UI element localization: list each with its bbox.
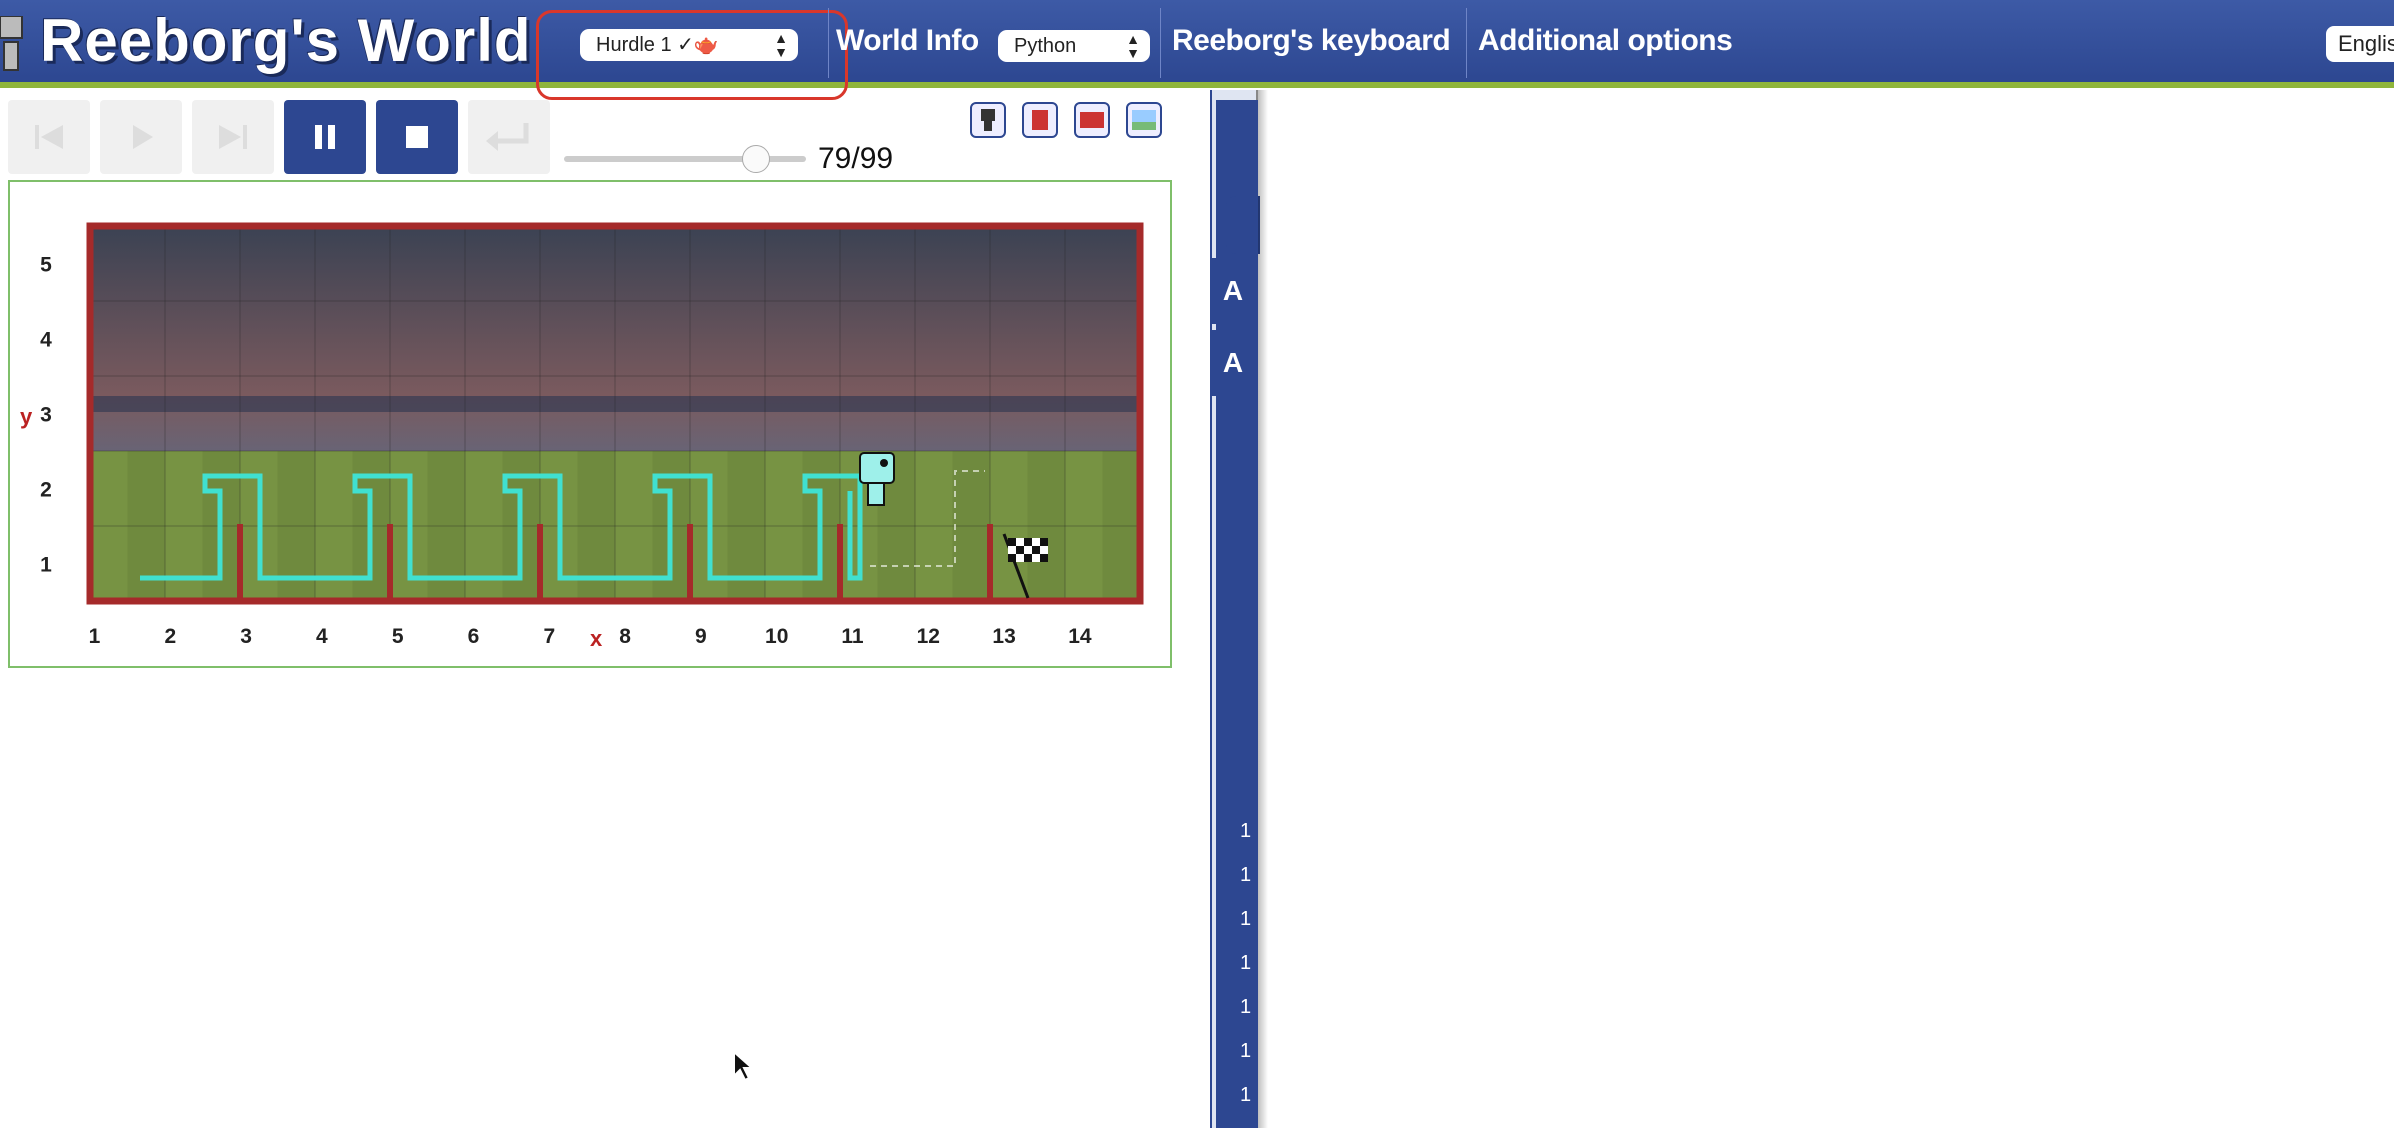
top-navigation-bar: Reeborg's World Hurdle 1 ✓🫖 ▲ ▼ World Inf… — [0, 0, 2394, 100]
language-select-value: Python — [1014, 35, 1077, 57]
x-tick-label: 6 — [468, 625, 480, 648]
step-button[interactable] — [192, 100, 274, 174]
robot-shape-icon — [981, 109, 995, 131]
mouse-cursor-icon — [733, 1050, 755, 1082]
step-forward-icon — [219, 125, 247, 149]
x-tick-label: 4 — [316, 625, 328, 648]
line-number: 1 — [1240, 952, 1252, 974]
panel-shadow — [1258, 90, 1268, 1128]
editor-gutter — [1216, 100, 1258, 1128]
stop-icon — [406, 126, 428, 148]
y-tick-label: 1 — [40, 554, 52, 577]
select-arrows-icon: ▲ ▼ — [774, 30, 788, 60]
x-axis-label: x — [590, 626, 603, 651]
skip-back-icon — [35, 125, 63, 149]
x-tick-label: 13 — [992, 625, 1015, 648]
language-select[interactable]: Python ▲ ▼ — [998, 30, 1150, 62]
increase-font-button[interactable]: A — [1210, 258, 1256, 324]
font-size-down-icon: A — [1222, 347, 1244, 378]
x-tick-label: 8 — [619, 625, 631, 648]
step-counter: 79/99 — [818, 142, 894, 175]
reeborg-logo-icon — [0, 16, 23, 71]
world-canvas: 12345 1 2 3 4 5 6 7 8 9 10 11 12 13 14 y x — [20, 222, 1144, 651]
world-select-value: Hurdle 1 ✓🫖 — [596, 34, 719, 56]
run-button[interactable] — [100, 100, 182, 174]
app-title[interactable]: Reeborg's World — [40, 6, 532, 75]
x-tick-label: 12 — [917, 625, 940, 648]
line-number: 1 — [1240, 1040, 1252, 1062]
world-info-link[interactable]: World Info — [836, 24, 979, 58]
ui-language-select[interactable]: Englis — [2326, 26, 2394, 62]
world-map-tool-icon[interactable] — [1126, 102, 1162, 138]
play-icon — [133, 125, 153, 149]
reload-button[interactable] — [468, 100, 550, 174]
reeborg-keyboard-link[interactable]: Reeborg's keyboard — [1172, 24, 1451, 58]
robot-tool-icon[interactable] — [970, 102, 1006, 138]
wall-icon — [1080, 112, 1104, 128]
y-tick-label: 5 — [40, 254, 52, 277]
select-arrows-icon: ▲ ▼ — [1126, 31, 1140, 61]
line-number: 1 — [1240, 996, 1252, 1018]
y-axis-ticks: 1 2 3 4 5 — [40, 254, 52, 577]
nav-divider — [1466, 8, 1467, 78]
font-size-up-icon: A — [1222, 275, 1244, 306]
pause-button[interactable] — [284, 100, 366, 174]
walls-tool-icon[interactable] — [1074, 102, 1110, 138]
line-number: 1 — [1240, 820, 1252, 842]
y-tick-label: 4 — [40, 329, 52, 352]
y-tick-label: 2 — [40, 479, 52, 502]
return-icon — [486, 123, 529, 151]
x-tick-label: 3 — [240, 625, 252, 648]
stop-button[interactable] — [376, 100, 458, 174]
decrease-font-button[interactable]: A — [1210, 330, 1256, 396]
red-robot-icon — [1032, 110, 1048, 130]
additional-options-link[interactable]: Additional options — [1478, 24, 1733, 58]
line-number: 1 — [1240, 908, 1252, 930]
x-tick-label: 14 — [1068, 625, 1092, 648]
world-canvas-frame: 12345 1 2 3 4 5 6 7 8 9 10 11 12 13 14 y x — [8, 180, 1172, 668]
pause-icon — [315, 125, 335, 149]
world-select[interactable]: Hurdle 1 ✓🫖 ▲ ▼ — [580, 29, 798, 61]
y-axis-label: y — [20, 404, 33, 429]
x-tick-label: 7 — [543, 625, 555, 648]
x-tick-label: 9 — [695, 625, 707, 648]
line-number: 1 — [1240, 1084, 1252, 1106]
nav-divider — [828, 8, 829, 78]
nav-divider — [1160, 8, 1161, 78]
line-number: 1 — [1240, 864, 1252, 886]
map-icon — [1132, 110, 1156, 130]
x-tick-label: 1 — [89, 625, 101, 648]
first-step-button[interactable] — [8, 100, 90, 174]
y-tick-label: 3 — [40, 404, 52, 427]
x-tick-label: 10 — [765, 625, 788, 648]
editor-tab[interactable] — [1226, 196, 1260, 254]
x-tick-label: 2 — [164, 625, 176, 648]
x-tick-label: 11 — [841, 625, 864, 648]
x-tick-label: 5 — [392, 625, 404, 648]
highlight-tool-icon[interactable] — [1022, 102, 1058, 138]
speed-slider-thumb[interactable] — [742, 145, 771, 173]
